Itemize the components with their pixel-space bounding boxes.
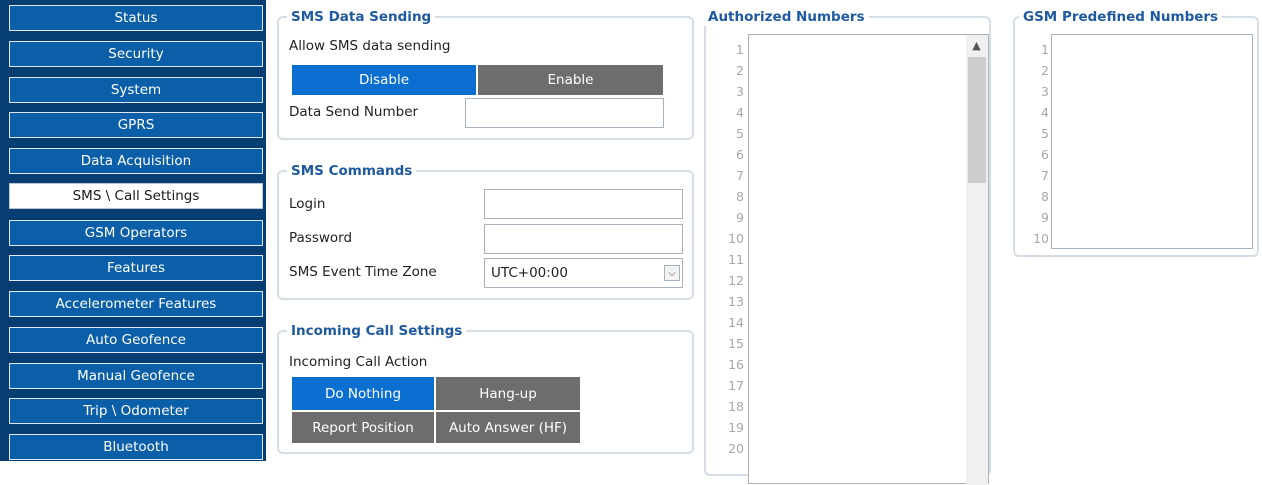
report-position-option-label: Report Position xyxy=(312,419,414,436)
line-number: 7 xyxy=(736,168,744,183)
do-nothing-option-button[interactable]: Do Nothing xyxy=(291,376,435,411)
auto-answer-option-label: Auto Answer (HF) xyxy=(448,419,568,436)
disable-option-label: Disable xyxy=(358,72,410,88)
line-number: 20 xyxy=(728,441,744,456)
gsm-predefined-line-numbers: 1 2 3 4 5 6 7 8 9 10 xyxy=(1019,39,1049,249)
line-number: 8 xyxy=(1041,189,1049,204)
line-number: 1 xyxy=(1041,42,1049,57)
sidebar-item-sms-call-settings[interactable]: SMS \ Call Settings xyxy=(9,183,263,209)
line-number: 3 xyxy=(1041,84,1049,99)
sidebar-item-label: Manual Geofence xyxy=(77,368,195,384)
sidebar: Status Security System GPRS Data Acquisi… xyxy=(0,0,266,461)
report-position-option-button[interactable]: Report Position xyxy=(291,411,435,444)
sms-data-sending-group: SMS Data Sending Allow SMS data sending … xyxy=(277,8,694,140)
data-send-number-label: Data Send Number xyxy=(289,104,419,120)
gsm-predefined-numbers-list[interactable] xyxy=(1051,34,1253,249)
sms-event-time-zone-value: UTC+00:00 xyxy=(491,265,568,281)
line-number: 12 xyxy=(728,273,744,288)
sms-commands-title: SMS Commands xyxy=(287,162,417,180)
sidebar-item-label: System xyxy=(110,82,162,98)
chevron-up-icon[interactable]: ▲ xyxy=(966,35,987,55)
line-number: 1 xyxy=(736,42,744,57)
sidebar-item-label: Accelerometer Features xyxy=(55,296,217,312)
sidebar-item-label: GSM Operators xyxy=(84,225,188,241)
line-number: 15 xyxy=(728,336,744,351)
sidebar-item-label: SMS \ Call Settings xyxy=(72,188,200,204)
enable-option-button[interactable]: Enable xyxy=(477,64,664,96)
line-number: 17 xyxy=(728,378,744,393)
hang-up-option-button[interactable]: Hang-up xyxy=(435,376,581,411)
sidebar-item-status[interactable]: Status xyxy=(9,5,263,31)
enable-option-label: Enable xyxy=(547,72,594,88)
authorized-numbers-scrollbar[interactable]: ▲ xyxy=(966,35,988,485)
line-number: 9 xyxy=(1041,210,1049,225)
sidebar-item-security[interactable]: Security xyxy=(9,41,263,67)
line-number: 16 xyxy=(728,357,744,372)
sidebar-item-label: Auto Geofence xyxy=(85,332,186,348)
sidebar-item-label: Bluetooth xyxy=(103,439,169,455)
login-label: Login xyxy=(289,196,326,212)
sidebar-item-label: Security xyxy=(108,46,164,62)
chevron-down-icon[interactable]: ⌵ xyxy=(664,265,680,281)
line-number: 18 xyxy=(728,399,744,414)
hang-up-option-label: Hang-up xyxy=(479,385,537,402)
incoming-call-settings-title: Incoming Call Settings xyxy=(287,322,467,340)
sms-event-time-zone-label: SMS Event Time Zone xyxy=(289,264,437,280)
password-label: Password xyxy=(289,230,353,246)
line-number: 8 xyxy=(736,189,744,204)
line-number: 2 xyxy=(736,63,744,78)
sidebar-item-label: Data Acquisition xyxy=(80,153,192,169)
sidebar-item-gprs[interactable]: GPRS xyxy=(9,112,263,138)
line-number: 4 xyxy=(1041,105,1049,120)
sidebar-item-label: Status xyxy=(114,10,158,26)
sidebar-item-system[interactable]: System xyxy=(9,77,263,103)
sms-event-time-zone-select[interactable]: UTC+00:00 ⌵ xyxy=(484,258,683,288)
authorized-numbers-title: Authorized Numbers xyxy=(704,8,869,26)
line-number: 5 xyxy=(1041,126,1049,141)
line-number: 4 xyxy=(736,105,744,120)
auto-answer-option-button[interactable]: Auto Answer (HF) xyxy=(435,411,581,444)
authorized-numbers-line-numbers: 1 2 3 4 5 6 7 8 9 10 11 12 13 14 15 16 1… xyxy=(714,39,744,459)
scroll-thumb[interactable] xyxy=(968,57,986,183)
sidebar-item-bluetooth[interactable]: Bluetooth xyxy=(9,434,263,460)
allow-sms-data-sending-label: Allow SMS data sending xyxy=(289,38,451,54)
sidebar-item-accelerometer-features[interactable]: Accelerometer Features xyxy=(9,291,263,317)
sidebar-item-label: Trip \ Odometer xyxy=(83,403,189,419)
data-send-number-field[interactable] xyxy=(465,98,664,128)
incoming-call-settings-group: Incoming Call Settings Incoming Call Act… xyxy=(277,322,694,454)
authorized-numbers-group: Authorized Numbers 1 2 3 4 5 6 7 8 9 10 … xyxy=(704,8,991,485)
sidebar-item-trip-odometer[interactable]: Trip \ Odometer xyxy=(9,398,263,424)
sidebar-item-auto-geofence[interactable]: Auto Geofence xyxy=(9,327,263,353)
sidebar-item-gsm-operators[interactable]: GSM Operators xyxy=(9,220,263,246)
line-number: 7 xyxy=(1041,168,1049,183)
line-number: 10 xyxy=(728,231,744,246)
do-nothing-option-label: Do Nothing xyxy=(324,385,402,402)
sms-commands-group: SMS Commands Login Password SMS Event Ti… xyxy=(277,162,694,300)
line-number: 6 xyxy=(1041,147,1049,162)
sidebar-item-label: Features xyxy=(106,260,166,276)
line-number: 2 xyxy=(1041,63,1049,78)
sidebar-item-data-acquisition[interactable]: Data Acquisition xyxy=(9,148,263,174)
sidebar-item-manual-geofence[interactable]: Manual Geofence xyxy=(9,363,263,389)
login-field[interactable] xyxy=(484,189,683,219)
gsm-predefined-numbers-group: GSM Predefined Numbers 1 2 3 4 5 6 7 8 9… xyxy=(1013,8,1259,257)
sms-data-sending-title: SMS Data Sending xyxy=(287,8,436,26)
line-number: 6 xyxy=(736,147,744,162)
line-number: 13 xyxy=(728,294,744,309)
authorized-numbers-list[interactable]: ▲ xyxy=(748,34,989,485)
line-number: 11 xyxy=(728,252,744,267)
sidebar-item-features[interactable]: Features xyxy=(9,255,263,281)
line-number: 9 xyxy=(736,210,744,225)
line-number: 19 xyxy=(728,420,744,435)
password-field[interactable] xyxy=(484,224,683,254)
gsm-predefined-numbers-title: GSM Predefined Numbers xyxy=(1019,8,1223,26)
sidebar-item-label: GPRS xyxy=(117,117,155,133)
disable-option-button[interactable]: Disable xyxy=(291,64,477,96)
line-number: 5 xyxy=(736,126,744,141)
line-number: 14 xyxy=(728,315,744,330)
line-number: 3 xyxy=(736,84,744,99)
incoming-call-action-label: Incoming Call Action xyxy=(289,354,428,370)
line-number: 10 xyxy=(1033,231,1049,246)
